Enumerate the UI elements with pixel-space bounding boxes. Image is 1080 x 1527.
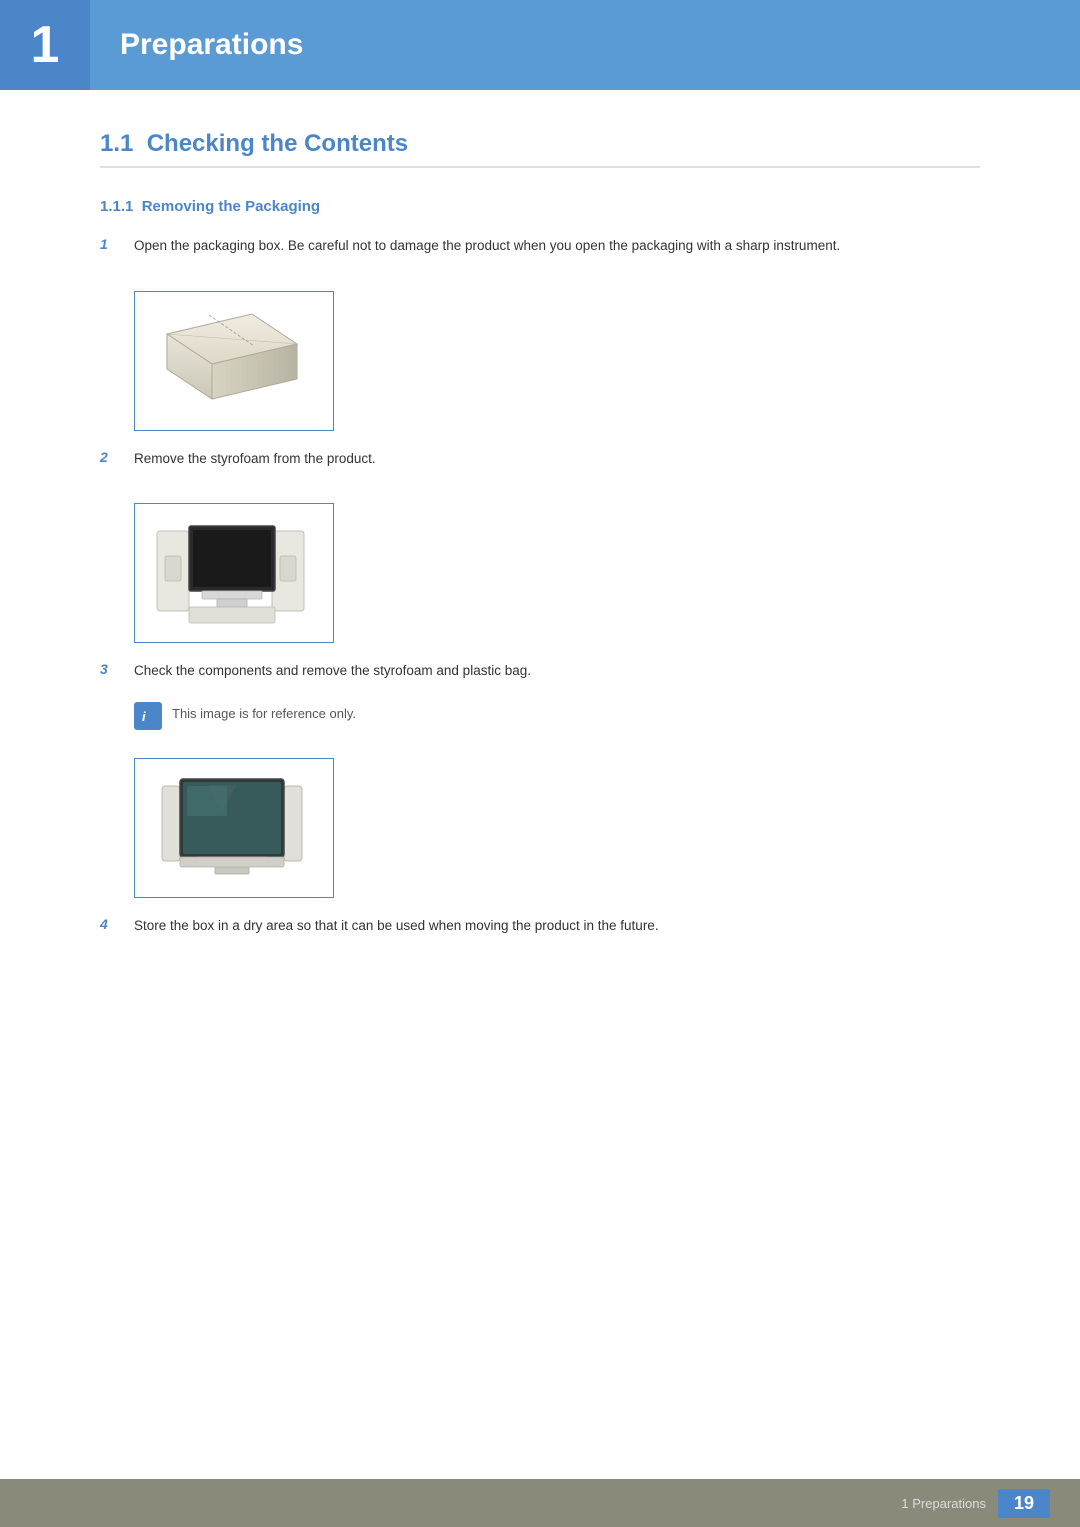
section-title: 1.1 Checking the Contents bbox=[100, 130, 980, 168]
step-text-4: Store the box in a dry area so that it c… bbox=[134, 915, 659, 937]
svg-text:i: i bbox=[142, 709, 146, 724]
step-number-1: 1 bbox=[100, 235, 118, 252]
monitor-unwrapped-svg bbox=[147, 771, 317, 886]
footer-chapter-label: 1 Preparations bbox=[901, 1496, 986, 1511]
note-box: i This image is for reference only. bbox=[134, 702, 980, 730]
step1-image bbox=[134, 291, 334, 431]
page-footer: 1 Preparations 19 bbox=[0, 1479, 1080, 1527]
step-3: 3 Check the components and remove the st… bbox=[100, 660, 980, 682]
step2-image bbox=[134, 503, 334, 643]
step-4: 4 Store the box in a dry area so that it… bbox=[100, 915, 980, 937]
subsection-title: 1.1.1 Removing the Packaging bbox=[100, 198, 980, 215]
step-number-2: 2 bbox=[100, 448, 118, 465]
chapter-title: Preparations bbox=[120, 28, 303, 62]
step-text-2: Remove the styrofoam from the product. bbox=[134, 448, 376, 470]
step-number-3: 3 bbox=[100, 660, 118, 677]
chapter-header: 1 Preparations bbox=[0, 0, 1080, 90]
box-svg bbox=[147, 304, 317, 414]
step-1: 1 Open the packaging box. Be careful not… bbox=[100, 235, 980, 257]
styrofoam-svg bbox=[147, 516, 317, 631]
note-text: This image is for reference only. bbox=[172, 702, 356, 721]
footer-page-number: 19 bbox=[998, 1489, 1050, 1518]
page-content: 1.1 Checking the Contents 1.1.1 Removing… bbox=[0, 130, 1080, 1036]
step-text-1: Open the packaging box. Be careful not t… bbox=[134, 235, 840, 257]
note-icon: i bbox=[134, 702, 162, 730]
step3-image bbox=[134, 758, 334, 898]
chapter-number: 1 bbox=[0, 0, 90, 90]
step-number-4: 4 bbox=[100, 915, 118, 932]
step-text-3: Check the components and remove the styr… bbox=[134, 660, 531, 682]
step-2: 2 Remove the styrofoam from the product. bbox=[100, 448, 980, 470]
